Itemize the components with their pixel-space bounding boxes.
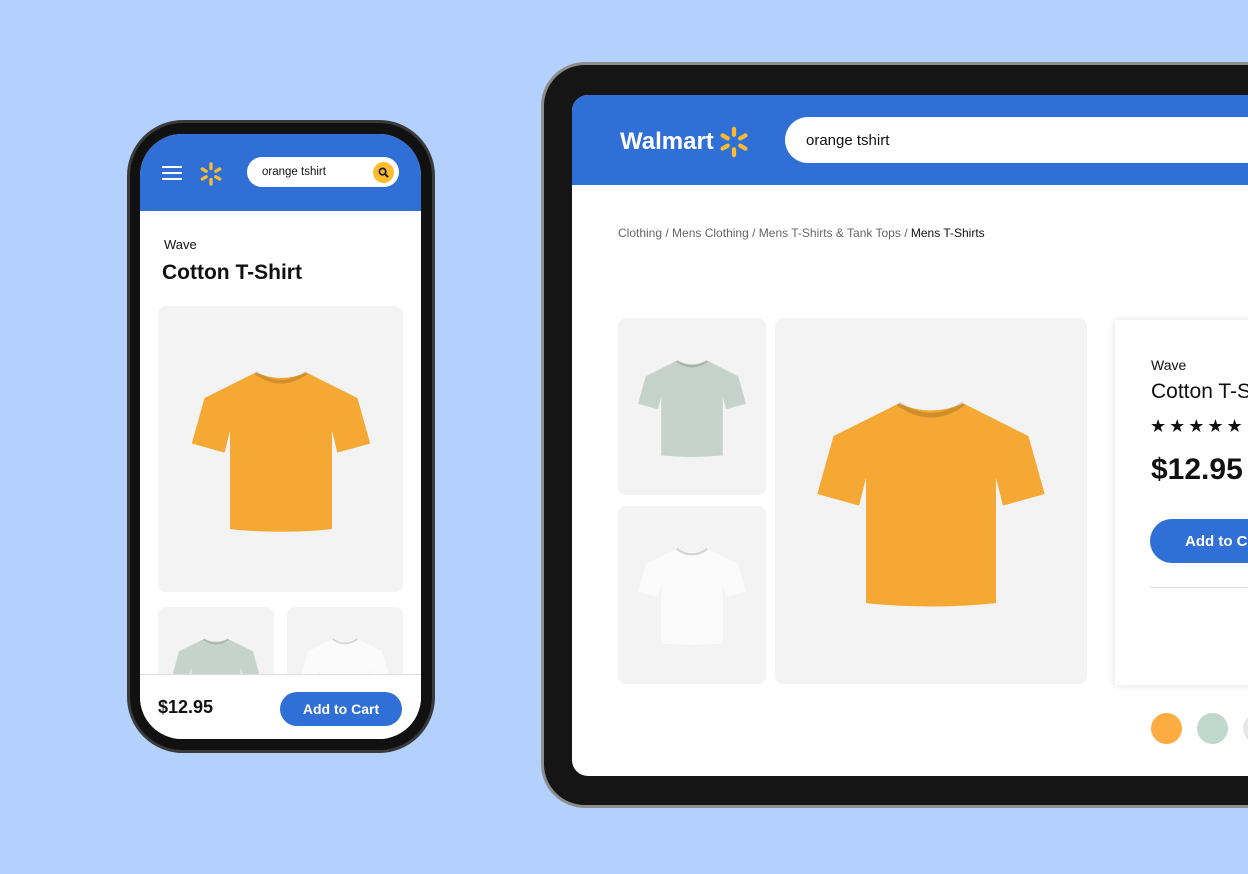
color-swatch-sage[interactable] <box>1197 713 1228 744</box>
thumbnail-white[interactable] <box>618 506 766 684</box>
product-title: Cotton T-Shirt <box>162 261 302 284</box>
product-brand: Wave <box>164 237 197 252</box>
product-price: $12.95 <box>1151 453 1243 486</box>
walmart-spark-icon[interactable] <box>198 161 224 187</box>
mobile-add-to-cart-button[interactable]: Add to Cart <box>280 692 402 726</box>
menu-icon[interactable] <box>162 166 182 180</box>
tablet-search-input[interactable]: orange tshirt <box>785 117 1248 163</box>
sage-tshirt-image <box>637 352 747 462</box>
tablet-screen: Walmart orange tshirt Clothing / Mens Cl… <box>572 95 1248 776</box>
color-swatch-orange[interactable] <box>1151 713 1182 744</box>
product-main-image[interactable] <box>158 306 403 592</box>
breadcrumb-current: Mens T-Shirts <box>910 226 985 240</box>
orange-tshirt-image <box>190 358 372 540</box>
product-title: Cotton T-Shirt <box>1151 380 1248 403</box>
product-brand: Wave <box>1151 357 1187 373</box>
breadcrumb-link[interactable]: Clothing <box>618 226 662 240</box>
white-tshirt-image <box>637 540 747 650</box>
walmart-spark-icon <box>717 125 751 159</box>
breadcrumb-link[interactable]: Mens T-Shirts & Tank Tops <box>759 226 901 240</box>
product-main-image[interactable] <box>775 318 1087 684</box>
product-info-card: Wave Cotton T-Shirt ★★★★★ $12.95 Add to … <box>1115 320 1248 685</box>
mobile-search-input[interactable]: orange tshirt <box>247 157 399 187</box>
tablet-header: Walmart orange tshirt <box>572 95 1248 185</box>
star-rating: ★★★★★ <box>1150 416 1246 436</box>
thumbnail-sage[interactable] <box>618 318 766 495</box>
phone-screen: orange tshirt Wave Cotton T-Shirt $12.95… <box>140 134 421 739</box>
walmart-logo[interactable]: Walmart <box>620 125 751 159</box>
search-icon[interactable] <box>373 161 394 183</box>
mobile-bottom-bar: $12.95 Add to Cart <box>140 674 421 739</box>
orange-tshirt-image <box>815 385 1047 617</box>
mobile-price: $12.95 <box>158 697 214 717</box>
color-swatch-white[interactable] <box>1243 713 1248 744</box>
mobile-header: orange tshirt <box>140 134 421 211</box>
add-to-cart-button[interactable]: Add to Cart <box>1150 519 1248 563</box>
breadcrumb-link[interactable]: Mens Clothing <box>672 226 749 240</box>
breadcrumb: Clothing / Mens Clothing / Mens T-Shirts… <box>618 226 985 240</box>
divider <box>1150 587 1248 588</box>
